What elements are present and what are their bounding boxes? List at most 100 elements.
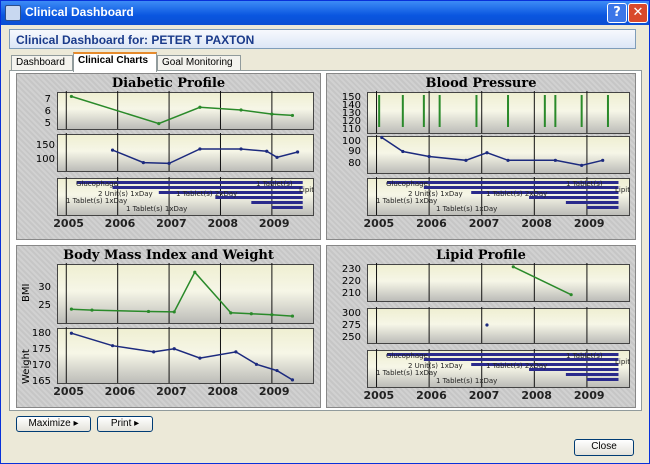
- year-label: 2006: [416, 217, 447, 230]
- medication-label: 1 Tablet(s) 1xDay: [126, 205, 187, 213]
- year-label: 2005: [364, 217, 395, 230]
- year-label: 2006: [105, 385, 136, 398]
- year-label: 2007: [469, 217, 500, 230]
- close-button[interactable]: Close: [574, 439, 634, 456]
- medication-label: 1 Tablet(s) 1xDay: [436, 205, 497, 213]
- close-window-button[interactable]: ✕: [628, 3, 648, 23]
- a1c-point: [290, 113, 295, 118]
- medication-label: 1 Tablet(s): [566, 180, 603, 188]
- a1c-point: [69, 94, 74, 99]
- app-icon: [5, 5, 21, 21]
- medication-label: 1 Tablet(s): [256, 180, 293, 188]
- bmi-point: [172, 310, 176, 314]
- a1c-point: [239, 108, 243, 112]
- medication-bar: [271, 206, 303, 209]
- bp-bar: [475, 95, 478, 127]
- weight-point: [198, 356, 202, 360]
- tab-clinical-charts[interactable]: Clinical Charts: [73, 52, 157, 72]
- glucose-point: [275, 155, 279, 159]
- bp-point: [601, 158, 605, 162]
- bp-bar: [401, 95, 404, 127]
- year-label: 2005: [53, 217, 84, 230]
- bmi-point: [193, 270, 197, 274]
- medication-label: Glucophage: [386, 180, 428, 188]
- bmi-line: [71, 270, 293, 317]
- year-label: 2008: [207, 385, 238, 398]
- year-label: 2007: [156, 385, 187, 398]
- help-button[interactable]: ?: [607, 3, 627, 23]
- a1c-point: [270, 112, 274, 116]
- weight-point: [172, 347, 176, 351]
- year-label: 2009: [574, 217, 605, 230]
- bp-bar: [554, 95, 557, 127]
- medication-label: 1 Tablet(s) 1xDay: [376, 197, 437, 205]
- bp-point: [380, 135, 384, 140]
- medication-label: 1 Tablet(s) 2xDay: [486, 362, 547, 370]
- year-label: 2009: [259, 217, 290, 230]
- tab-dashboard[interactable]: Dashboard: [11, 55, 73, 71]
- medication-label: Lipit: [299, 186, 314, 194]
- window: Clinical Dashboard ? ✕ Clinical Dashboar…: [0, 0, 650, 464]
- bmi-point: [69, 307, 74, 311]
- glucose-point: [141, 161, 145, 165]
- medication-label: Glucophage: [76, 180, 118, 188]
- bp-point: [553, 158, 557, 162]
- weight-point: [152, 350, 156, 354]
- year-label: 2009: [259, 385, 290, 398]
- medication-bar: [251, 201, 303, 204]
- bp-bar: [507, 95, 510, 127]
- title-bar: Clinical Dashboard ? ✕: [1, 1, 649, 25]
- charts-panel: Diabetic Profile 7 6 5 150 100 Blood Pre…: [9, 70, 642, 411]
- bp-bar: [438, 95, 441, 127]
- medication-bar: [586, 378, 619, 381]
- bmi-point: [249, 312, 253, 316]
- glucose-line: [112, 148, 298, 165]
- window-title: Clinical Dashboard: [25, 5, 134, 19]
- bmi-point: [229, 311, 233, 315]
- year-label: 2008: [521, 389, 552, 402]
- bp-bar: [378, 95, 381, 127]
- bp-bar: [422, 95, 425, 127]
- bp-point: [506, 158, 510, 162]
- glucose-point: [167, 161, 171, 165]
- year-label: 2006: [416, 389, 447, 402]
- patient-header: Clinical Dashboard for: PETER T PAXTON: [9, 29, 636, 49]
- maximize-button[interactable]: Maximize ▸: [16, 416, 91, 432]
- glucose-point: [265, 149, 269, 153]
- cholesterol-point: [485, 323, 489, 327]
- lipid-point: [569, 293, 573, 297]
- medication-bar: [565, 373, 619, 376]
- bp-point: [427, 154, 431, 159]
- glucose-point: [295, 150, 300, 154]
- year-label: 2009: [574, 389, 605, 402]
- bmi-point: [90, 308, 94, 312]
- medication-label: Lipit: [615, 186, 630, 194]
- weight-line: [71, 332, 293, 381]
- glucose-point: [110, 148, 115, 152]
- glucose-point: [198, 147, 202, 151]
- medication-label: 1 Tablet(s) 2xDay: [176, 190, 237, 198]
- bp-point: [485, 151, 489, 155]
- year-label: 2005: [364, 389, 395, 402]
- a1c-line: [71, 95, 293, 125]
- tab-goal-monitoring[interactable]: Goal Monitoring: [157, 55, 241, 71]
- weight-point: [275, 368, 279, 373]
- a1c-point: [198, 105, 202, 109]
- bmi-point: [146, 309, 151, 314]
- medication-label: 1 Tablet(s): [566, 352, 603, 360]
- year-label: 2006: [105, 217, 136, 230]
- bp-point: [464, 158, 468, 162]
- bp-point: [580, 163, 584, 167]
- medication-label: 1 Tablet(s) 1xDay: [436, 377, 497, 385]
- bmi-point: [290, 314, 295, 318]
- weight-point: [110, 344, 115, 348]
- year-label: 2005: [53, 385, 84, 398]
- glucose-point: [239, 147, 243, 151]
- weight-point: [69, 331, 74, 335]
- bp-line: [381, 136, 603, 167]
- print-label: Print: [110, 418, 132, 429]
- print-button[interactable]: Print ▸: [97, 416, 153, 432]
- year-label: 2008: [207, 217, 238, 230]
- maximize-label: Maximize: [28, 418, 71, 429]
- bp-bar: [606, 95, 609, 127]
